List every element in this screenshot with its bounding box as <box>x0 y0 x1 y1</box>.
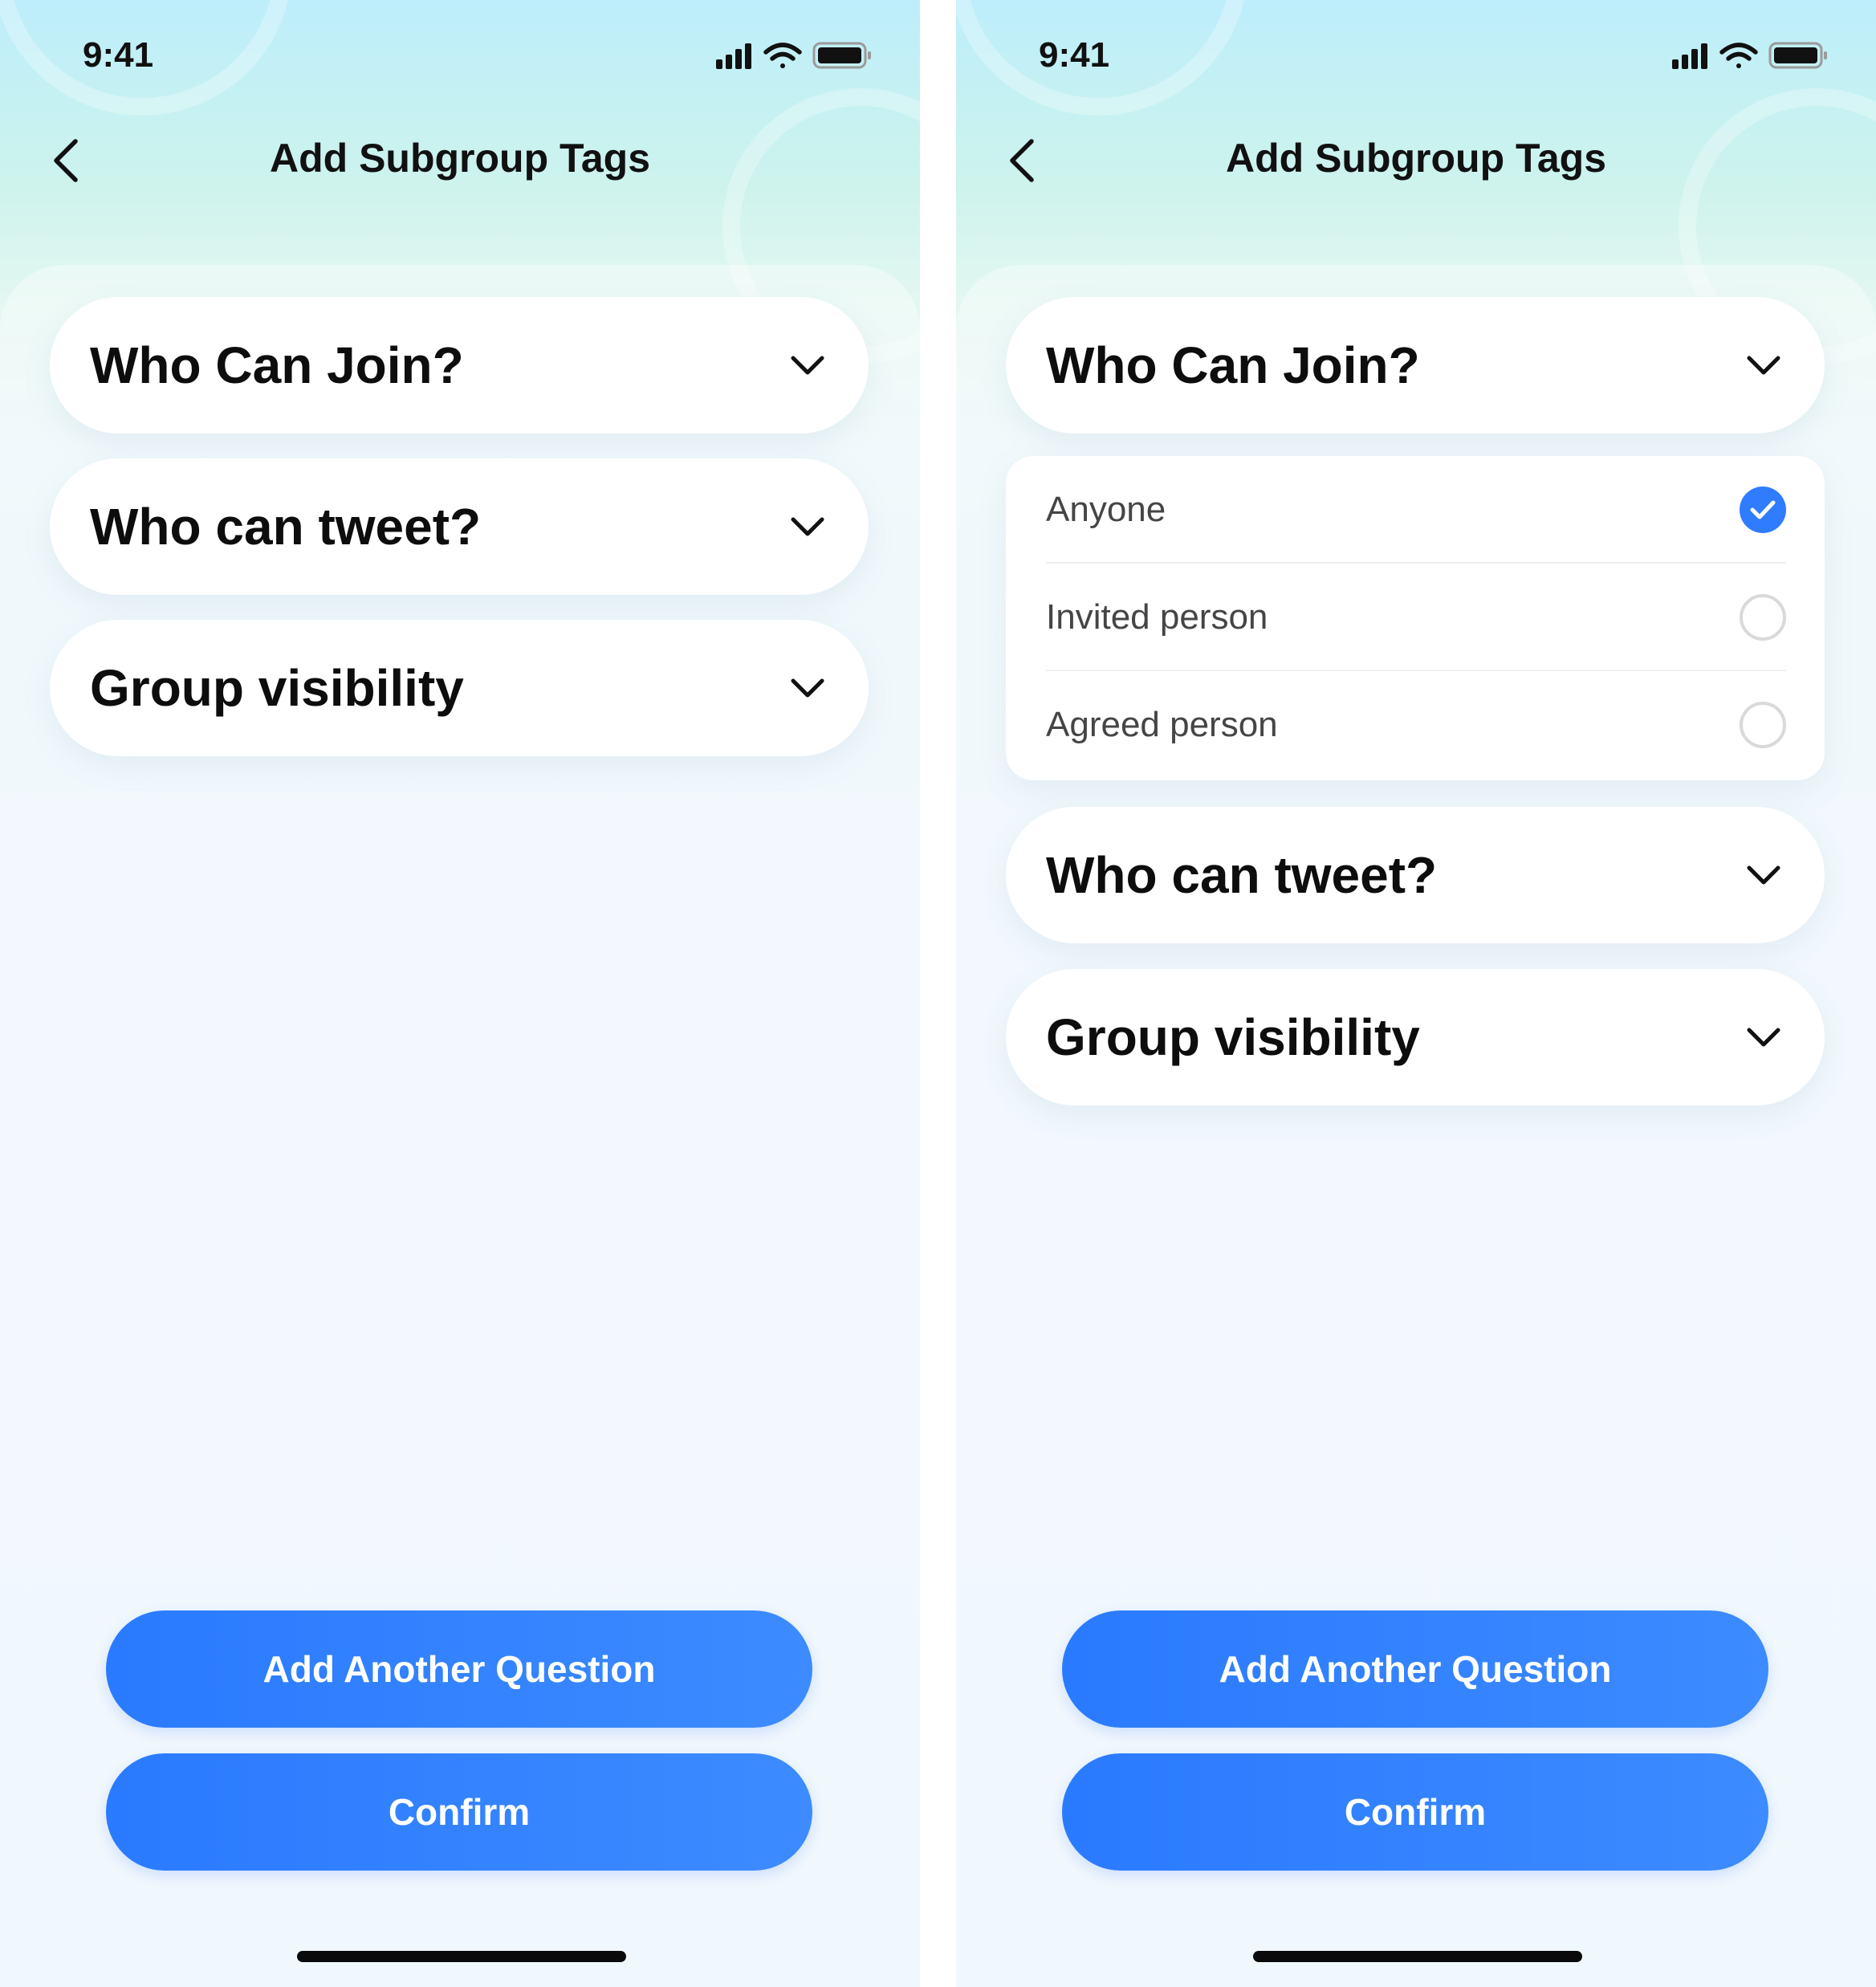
page-title: Add Subgroup Tags <box>269 136 651 181</box>
battery-icon <box>812 42 871 69</box>
question-who-can-join[interactable]: Who Can Join? <box>1006 297 1825 434</box>
question-who-can-tweet[interactable]: Who can tweet? <box>1006 807 1825 943</box>
page-title: Add Subgroup Tags <box>1225 136 1607 181</box>
option-anyone[interactable]: Anyone <box>1046 456 1786 564</box>
home-indicator[interactable] <box>297 1951 626 1962</box>
wifi-icon <box>1719 43 1758 68</box>
confirm-button[interactable]: Confirm <box>106 1753 812 1871</box>
chevron-down-icon <box>791 678 824 698</box>
option-label: Anyone <box>1046 490 1166 529</box>
option-label: Invited person <box>1046 597 1268 637</box>
question-label: Group visibility <box>1046 1008 1420 1066</box>
status-time: 9:41 <box>83 35 154 75</box>
question-label: Group visibility <box>90 659 464 717</box>
phone-screen-collapsed: 9:41 Add Subgroup Tags Who Can Join? Who… <box>0 0 920 1987</box>
question-label: Who can tweet? <box>90 498 482 556</box>
question-label: Who can tweet? <box>1046 846 1438 904</box>
wifi-icon <box>763 43 802 68</box>
confirm-button[interactable]: Confirm <box>1062 1753 1768 1871</box>
question-label: Who Can Join? <box>90 336 464 394</box>
status-icons <box>1672 42 1827 69</box>
question-group-visibility[interactable]: Group visibility <box>1006 969 1825 1105</box>
question-who-can-tweet[interactable]: Who can tweet? <box>50 458 869 595</box>
chevron-down-icon <box>791 356 824 375</box>
chevron-down-icon <box>791 517 824 536</box>
cellular-signal-icon <box>1672 43 1707 69</box>
status-icons <box>716 42 871 69</box>
cellular-signal-icon <box>716 43 751 69</box>
radio-unchecked-icon[interactable] <box>1740 594 1786 641</box>
phone-screen-expanded: 9:41 Add Subgroup Tags Who Can Join? Any… <box>956 0 1876 1987</box>
chevron-down-icon <box>1747 865 1780 885</box>
battery-icon <box>1768 42 1827 69</box>
chevron-down-icon <box>1747 356 1780 375</box>
home-indicator[interactable] <box>1253 1951 1582 1962</box>
question-who-can-join[interactable]: Who Can Join? <box>50 297 869 434</box>
add-another-question-button[interactable]: Add Another Question <box>106 1610 812 1728</box>
status-time: 9:41 <box>1039 35 1110 75</box>
option-label: Agreed person <box>1046 705 1278 744</box>
option-invited-person[interactable]: Invited person <box>1046 564 1786 671</box>
who-can-join-options: Anyone Invited person Agreed person <box>1006 456 1825 780</box>
question-label: Who Can Join? <box>1046 336 1420 394</box>
chevron-down-icon <box>1747 1028 1780 1047</box>
add-another-question-button[interactable]: Add Another Question <box>1062 1610 1768 1728</box>
radio-unchecked-icon[interactable] <box>1740 702 1786 748</box>
question-group-visibility[interactable]: Group visibility <box>50 620 869 756</box>
check-circle-icon[interactable] <box>1740 487 1786 533</box>
option-agreed-person[interactable]: Agreed person <box>1046 671 1786 779</box>
